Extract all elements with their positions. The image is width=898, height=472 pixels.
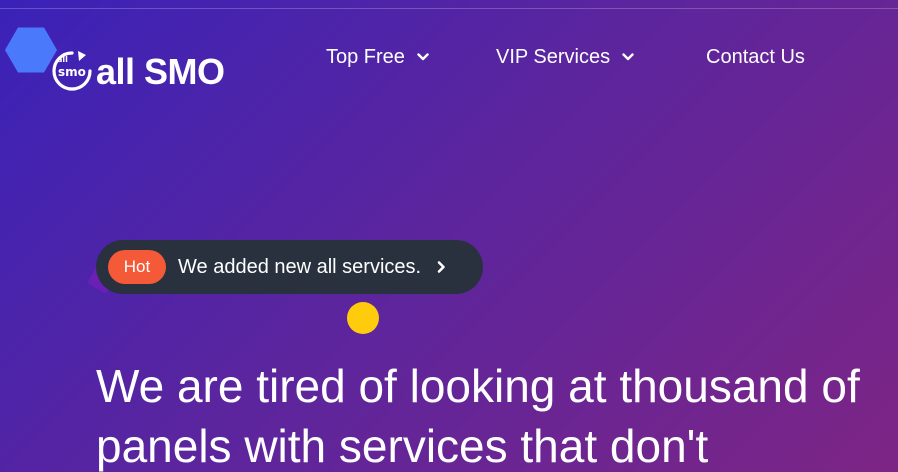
hot-badge: Hot [108,250,166,284]
hero-heading: We are tired of looking at thousand of p… [96,360,860,472]
announcement-pill[interactable]: Hot We added new all services. [96,240,483,294]
logo-refresh-icon: all smo [50,49,94,93]
top-divider [0,8,898,9]
chevron-right-icon [437,261,445,273]
yellow-dot-decoration [347,302,379,334]
nav-item-label: VIP Services [496,45,611,68]
nav-item-vip-services[interactable]: VIP Services [496,46,634,69]
brand-logo[interactable]: all smo all SMO [50,45,225,97]
nav-item-label: Top Free [326,45,405,68]
chevron-down-icon [622,53,634,61]
nav-item-top-free[interactable]: Top Free [326,46,429,69]
logo-text: all SMO [96,51,225,92]
logo-small-all: all [57,55,68,64]
announcement-text: We added new all services. [178,255,422,278]
nav-item-label: Contact Us [706,45,805,68]
logo-small-smo: smo [58,65,86,79]
nav-item-contact-us[interactable]: Contact Us [706,46,805,69]
chevron-down-icon [417,53,429,61]
announcement-wrapper: Hot We added new all services. [86,240,483,295]
